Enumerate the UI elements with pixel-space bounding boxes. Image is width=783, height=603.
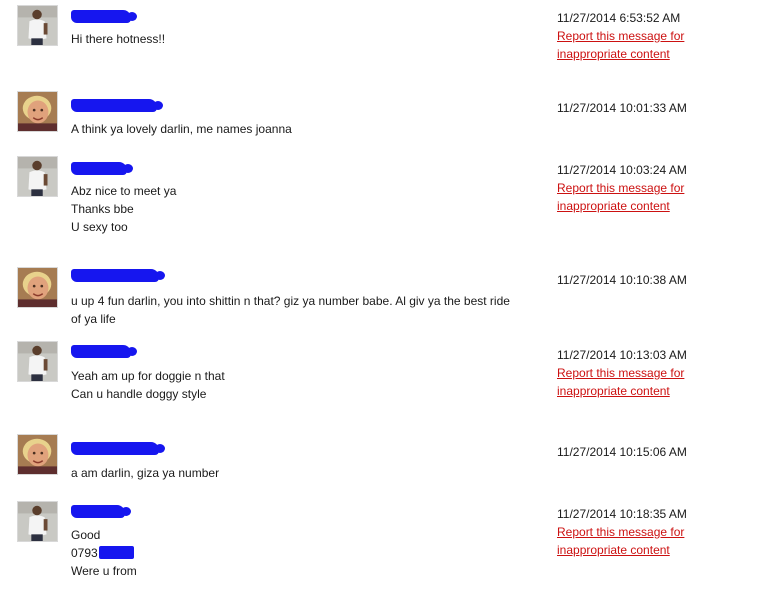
message-line: Abz nice to meet ya (71, 184, 177, 198)
man-white-shirt-avatar[interactable] (17, 501, 58, 542)
message-body: Good 0793 Were u from (71, 526, 531, 580)
message-body: A think ya lovely darlin, me names joann… (71, 120, 531, 138)
message-line: Thanks bbe (71, 202, 134, 216)
report-message-link[interactable]: Report this message for inappropriate co… (557, 364, 707, 400)
message-timestamp: 11/27/2014 6:53:52 AM (557, 11, 681, 25)
redacted-username (71, 442, 165, 455)
message-line: Hi there hotness!! (71, 32, 166, 46)
message-body: Hi there hotness!! (71, 30, 531, 48)
message-timestamp: 11/27/2014 10:15:06 AM (557, 445, 687, 459)
message-line: A think ya lovely darlin, me names joann… (71, 122, 292, 136)
redacted-phone-number (98, 546, 134, 559)
redacted-username (71, 345, 137, 358)
message-timestamp: 11/27/2014 10:03:24 AM (557, 163, 687, 177)
redacted-username (71, 99, 163, 112)
blonde-woman-avatar[interactable] (17, 91, 58, 132)
message-line: Yeah am up for doggie n that (71, 369, 225, 383)
report-message-link[interactable]: Report this message for inappropriate co… (557, 179, 707, 215)
redacted-username (71, 505, 131, 518)
message-line: Good (71, 528, 101, 542)
message-line: Were u from (71, 564, 137, 578)
message-timestamp: 11/27/2014 10:01:33 AM (557, 101, 687, 115)
phone-number-prefix: 0793 (71, 546, 98, 560)
message-timestamp: 11/27/2014 10:18:35 AM (557, 507, 687, 521)
man-white-shirt-avatar[interactable] (17, 156, 58, 197)
redacted-username (71, 10, 137, 23)
message-line: Can u handle doggy style (71, 387, 207, 401)
report-message-link[interactable]: Report this message for inappropriate co… (557, 523, 707, 559)
message-line: a am darlin, giza ya number (71, 466, 220, 480)
man-white-shirt-avatar[interactable] (17, 341, 58, 382)
redacted-username (71, 269, 165, 282)
message-line: u up 4 fun darlin, you into shittin n th… (71, 294, 510, 326)
man-white-shirt-avatar[interactable] (17, 5, 58, 46)
message-body: Abz nice to meet ya Thanks bbe U sexy to… (71, 182, 531, 236)
blonde-woman-avatar[interactable] (17, 434, 58, 475)
message-line: 0793 (71, 544, 531, 562)
redacted-username (71, 162, 133, 175)
message-line: U sexy too (71, 220, 128, 234)
message-body: u up 4 fun darlin, you into shittin n th… (71, 292, 521, 328)
message-body: Yeah am up for doggie n that Can u handl… (71, 367, 531, 403)
message-body: a am darlin, giza ya number (71, 464, 531, 482)
report-message-link[interactable]: Report this message for inappropriate co… (557, 27, 707, 63)
blonde-woman-avatar[interactable] (17, 267, 58, 308)
message-timestamp: 11/27/2014 10:10:38 AM (557, 273, 687, 287)
message-timestamp: 11/27/2014 10:13:03 AM (557, 348, 687, 362)
